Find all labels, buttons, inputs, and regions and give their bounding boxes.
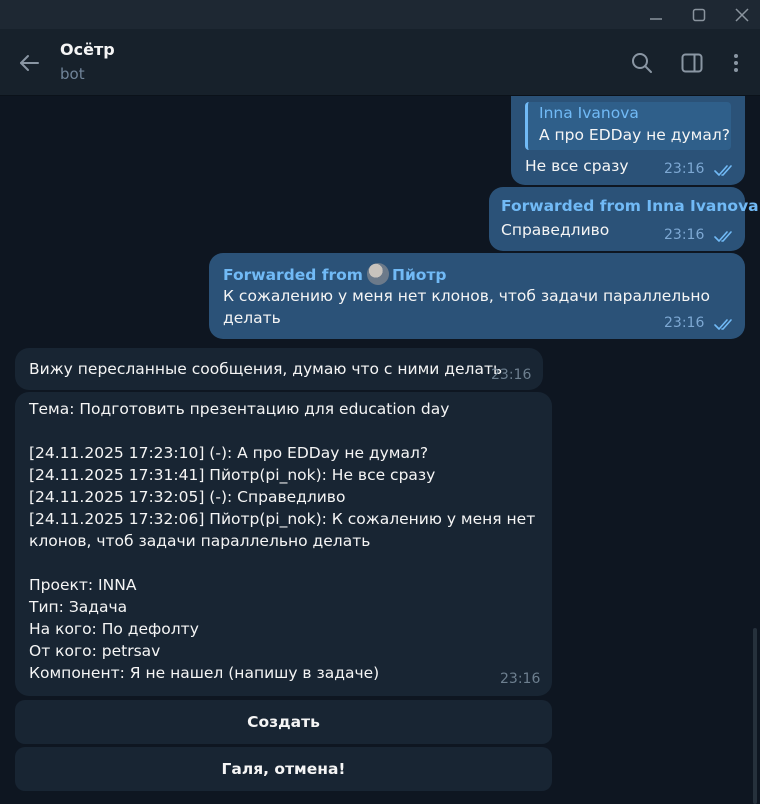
reply-text: А про EDDay не думал? [539, 126, 730, 144]
sidebar-toggle-icon[interactable] [677, 48, 707, 78]
message-time: 23:16 [664, 161, 705, 177]
forwarded-header[interactable]: Forwarded from Пйотр [223, 263, 447, 285]
chat-header: Осётр bot [0, 29, 760, 96]
double-check-icon [714, 165, 732, 176]
double-check-icon [714, 231, 732, 242]
search-icon[interactable] [627, 48, 657, 78]
minimize-icon[interactable] [638, 0, 674, 29]
message-text: Тема: Подготовить презентацию для educat… [29, 400, 536, 682]
chat-title[interactable]: Осётр [60, 40, 115, 59]
create-button[interactable]: Создать [15, 700, 552, 744]
outgoing-message[interactable]: Forwarded from Inna Ivanova Справедливо … [489, 187, 759, 251]
forwarded-prefix: Forwarded from [223, 266, 363, 284]
avatar [366, 263, 389, 285]
message-text: Вижу пересланные сообщения, думаю что с … [29, 360, 503, 378]
chat-subtitle: bot [60, 65, 85, 83]
incoming-message[interactable]: Тема: Подготовить презентацию для educat… [15, 392, 552, 696]
window-titlebar [0, 0, 760, 29]
outgoing-message[interactable]: Inna Ivanova А про EDDay не думал? Не вс… [511, 96, 745, 185]
message-time: 23:16 [491, 367, 532, 383]
maximize-icon[interactable] [681, 0, 717, 29]
more-options-icon[interactable] [721, 48, 751, 78]
close-icon[interactable] [724, 0, 760, 29]
reply-author: Inna Ivanova [539, 104, 639, 122]
message-time: 23:16 [664, 227, 705, 243]
double-check-icon [714, 319, 732, 330]
back-arrow-icon[interactable] [12, 46, 46, 80]
message-time: 23:16 [664, 315, 705, 331]
cancel-button[interactable]: Галя, отмена! [15, 747, 552, 791]
scrollbar[interactable] [753, 628, 757, 804]
incoming-message[interactable]: Вижу пересланные сообщения, думаю что с … [15, 348, 543, 390]
forwarded-header[interactable]: Forwarded from Inna Ivanova [501, 197, 759, 215]
outgoing-message[interactable]: Forwarded from Пйотр К сожалению у меня н… [209, 253, 745, 339]
message-text: Справедливо [501, 221, 610, 239]
reply-quote[interactable]: Inna Ivanova А про EDDay не думал? [525, 102, 731, 150]
message-time: 23:16 [500, 671, 541, 687]
message-list[interactable]: Inna Ivanova А про EDDay не думал? Не вс… [0, 96, 760, 804]
message-text: К сожалению у меня нет клонов, чтоб зада… [223, 287, 710, 327]
forwarded-author[interactable]: Пйотр [392, 266, 447, 284]
message-text: Не все сразу [525, 157, 629, 175]
